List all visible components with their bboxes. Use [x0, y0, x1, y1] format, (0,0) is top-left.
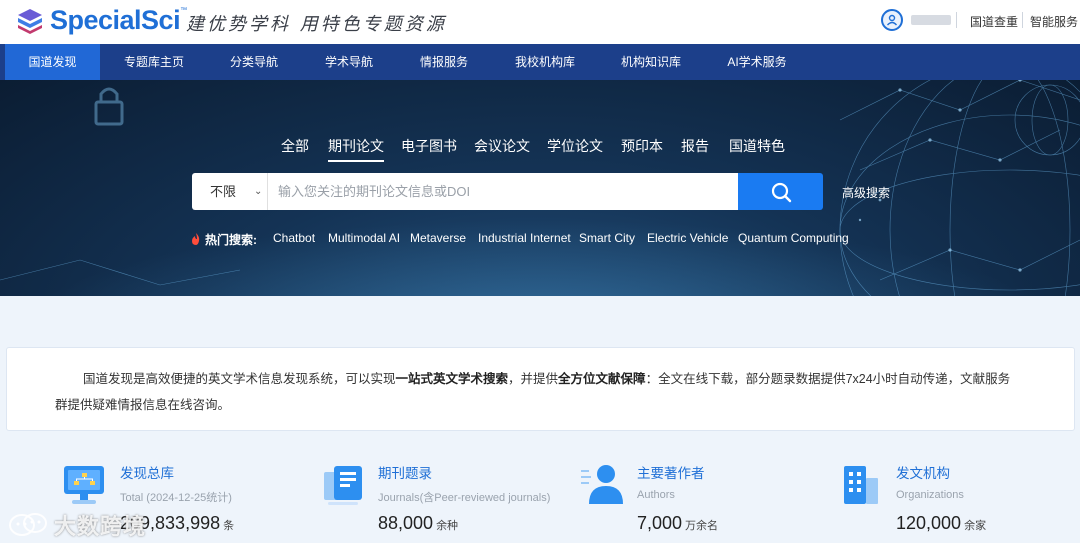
journal-book-icon [324, 466, 362, 505]
stat-unit: 余家 [964, 520, 987, 532]
intro-text-e: ：全文在线下载，部分题录数据提供7x24小时自动传递，文献服务 [645, 372, 1011, 386]
hot-term-quantum-computing[interactable]: Quantum Computing [738, 231, 849, 245]
user-avatar-icon [881, 9, 903, 31]
search-input[interactable] [270, 173, 730, 210]
stat-title: 发文机构 [896, 466, 950, 481]
hot-term-electric-vehicle[interactable]: Electric Vehicle [647, 231, 728, 245]
intro-text-line2: 群提供疑难情报信息在线咨询。 [55, 398, 231, 412]
stat-value: 7,000 [637, 513, 683, 533]
stat-title: 主要著作者 [637, 466, 705, 481]
hot-term-smart-city[interactable]: Smart City [579, 231, 635, 245]
brand-name: SpecialSci [50, 5, 181, 35]
logo[interactable]: SpecialSci ™ [16, 5, 187, 36]
intro-panel: 国道发现是高效便捷的英文学术信息发现系统，可以实现一站式英文学术搜索，并提供全方… [6, 347, 1075, 431]
search-button[interactable] [738, 173, 823, 210]
search-tabs: 全部 期刊论文 电子图书 会议论文 学位论文 预印本 报告 国道特色 [0, 136, 1080, 162]
slogan: 建优势学科 用特色专题资源 [186, 14, 447, 35]
scope-value: 不限 [210, 184, 237, 199]
stat-unit: 条 [223, 520, 235, 532]
divider [956, 12, 957, 28]
fire-icon [192, 233, 200, 245]
tab-preprint[interactable]: 预印本 [621, 136, 663, 156]
tab-conference[interactable]: 会议论文 [474, 136, 530, 156]
hot-search-label: 热门搜索: [205, 232, 257, 247]
stat-organizations: 发文机构 Organizations 120,000 余家 [838, 462, 1080, 543]
author-person-icon [581, 465, 623, 504]
stat-unit: 万余名 [685, 520, 719, 532]
hot-term-metaverse[interactable]: Metaverse [410, 231, 466, 245]
search-icon [771, 182, 791, 202]
link-smart-service[interactable]: 智能服务 [1030, 13, 1078, 30]
stat-number: 120,000 余家 [896, 513, 986, 534]
database-screen-icon [64, 466, 104, 504]
stat-authors: 主要著作者 Authors 7,000 万余名 [579, 462, 829, 543]
scope-select[interactable]: 不限 ⌄ [192, 173, 268, 210]
nav-item-category[interactable]: 分类导航 [218, 44, 290, 80]
intro-text-b: 一站式英文学术搜索 [395, 372, 509, 386]
hero-search-banner: 全部 期刊论文 电子图书 会议论文 学位论文 预印本 报告 国道特色 不限 ⌄ … [0, 80, 1080, 296]
building-icon [844, 466, 878, 504]
user-name-redacted [911, 15, 951, 25]
watermark-logo-icon [9, 513, 47, 536]
top-bar: SpecialSci ™ 建优势学科 用特色专题资源 国道查重 智能服务 [0, 0, 1080, 44]
nav-item-intel-service[interactable]: 情报服务 [408, 44, 480, 80]
nav-item-academic-nav[interactable]: 学术导航 [313, 44, 385, 80]
stat-subtitle: Total (2024-12-25统计) [120, 492, 232, 504]
stat-value: 120,000 [896, 513, 962, 533]
main-nav: 国道发现 专题库主页 分类导航 学术导航 情报服务 我校机构库 机构知识库 AI… [0, 44, 1080, 80]
hot-search: 热门搜索: [191, 230, 257, 248]
divider [1022, 12, 1023, 28]
intro-text-a: 国道发现是高效便捷的英文学术信息发现系统，可以实现 [83, 372, 396, 386]
intro-text-c: ，并提供 [508, 372, 559, 386]
chevron-down-icon: ⌄ [254, 186, 263, 197]
tab-all[interactable]: 全部 [281, 136, 309, 156]
stat-title: 期刊题录 [378, 466, 432, 481]
intro-text: 国道发现是高效便捷的英文学术信息发现系统，可以实现一站式英文学术搜索，并提供全方… [55, 366, 1045, 392]
hot-term-chatbot[interactable]: Chatbot [273, 231, 315, 245]
stat-subtitle: Authors [637, 489, 675, 501]
stat-journals: 期刊题录 Journals(含Peer-reviewed journals) 8… [320, 462, 570, 543]
nav-item-topic-home[interactable]: 专题库主页 [110, 44, 198, 80]
nav-item-discover[interactable]: 国道发现 [5, 44, 100, 80]
tab-report[interactable]: 报告 [681, 136, 709, 156]
stat-number: 7,000 万余名 [637, 513, 718, 534]
tab-thesis[interactable]: 学位论文 [547, 136, 603, 156]
logo-icon [18, 8, 42, 34]
user-menu[interactable] [881, 9, 951, 31]
advanced-search-link[interactable]: 高级搜索 [842, 184, 890, 201]
stat-subtitle: Organizations [896, 489, 964, 501]
link-plagiarism-check[interactable]: 国道查重 [970, 13, 1018, 30]
hot-term-multimodal-ai[interactable]: Multimodal AI [328, 231, 400, 245]
tab-ebook[interactable]: 电子图书 [401, 136, 457, 156]
nav-item-ai-service[interactable]: AI学术服务 [716, 44, 798, 80]
intro-text-d: 全方位文献保障 [558, 372, 646, 386]
stat-subtitle: Journals(含Peer-reviewed journals) [378, 492, 551, 504]
nav-item-my-institution[interactable]: 我校机构库 [504, 44, 586, 80]
search-box: 不限 ⌄ [192, 173, 738, 210]
stat-value: 88,000 [378, 513, 434, 533]
stat-unit: 余种 [436, 520, 459, 532]
stat-number: 88,000 余种 [378, 513, 458, 534]
tab-journal[interactable]: 期刊论文 [328, 136, 384, 162]
watermark-text: 大数跨境 [54, 514, 147, 539]
tab-special[interactable]: 国道特色 [729, 136, 785, 156]
stat-title: 发现总库 [120, 466, 174, 481]
nav-item-knowledge-repo[interactable]: 机构知识库 [610, 44, 692, 80]
hot-term-industrial-internet[interactable]: Industrial Internet [478, 231, 571, 245]
watermark: 大数跨境 [8, 509, 146, 541]
